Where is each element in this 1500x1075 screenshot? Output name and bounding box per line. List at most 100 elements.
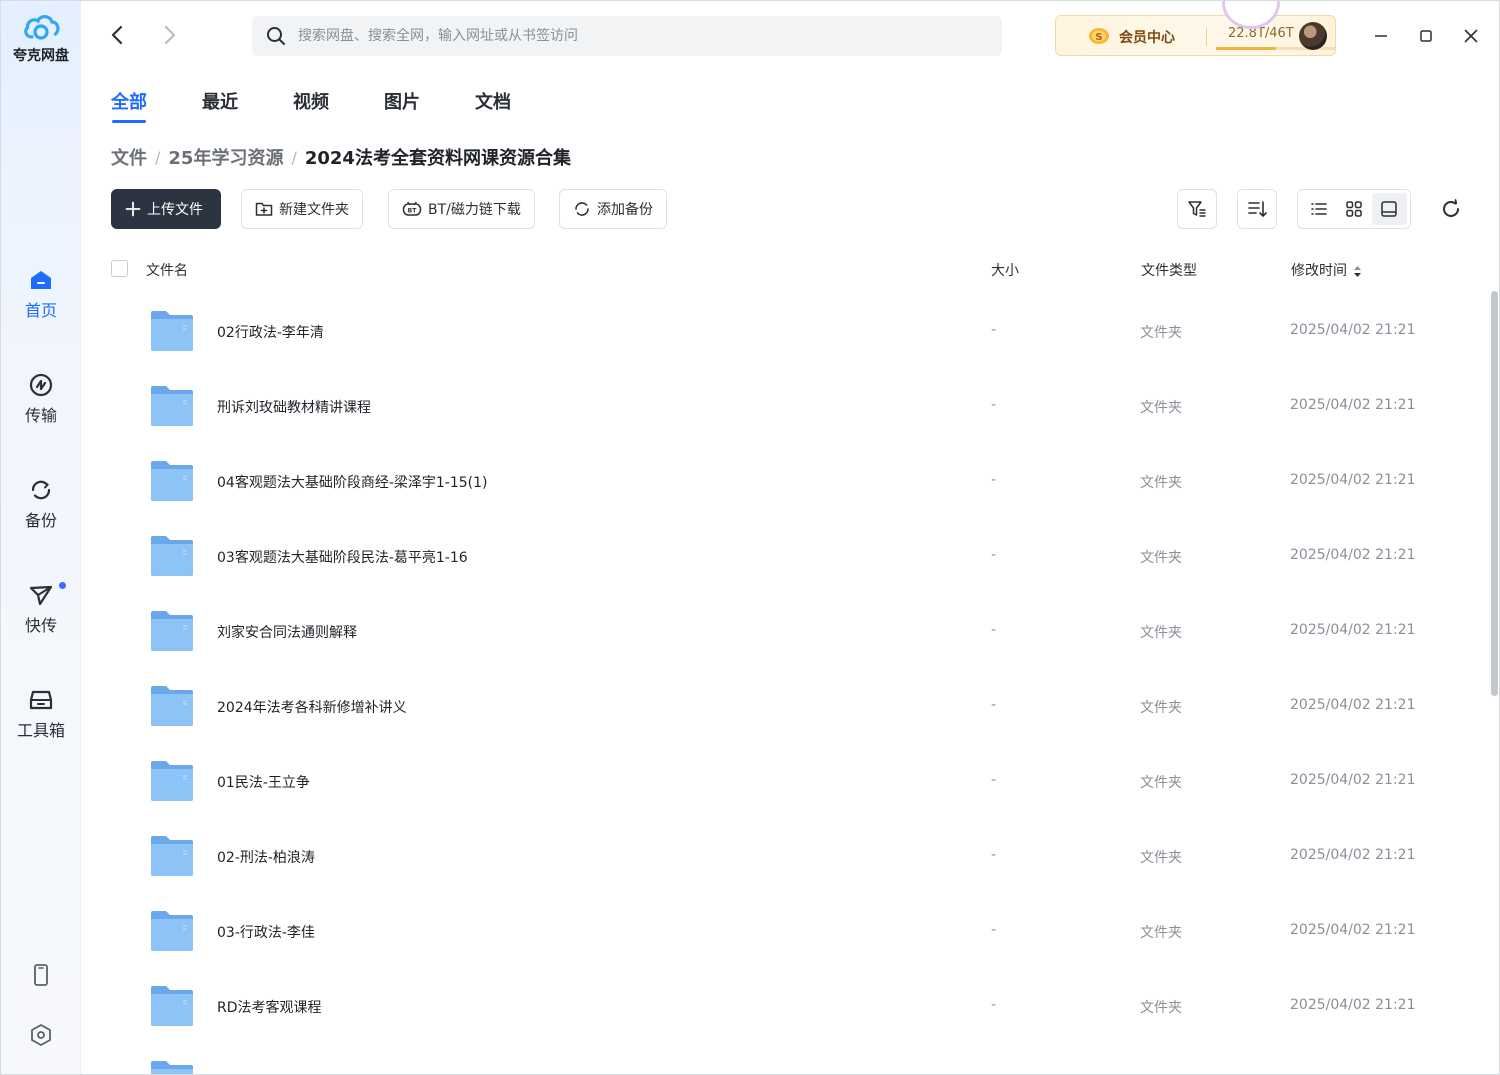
phone-icon[interactable]	[29, 963, 53, 987]
file-size: -	[991, 997, 997, 1013]
file-type: 文件夹	[1140, 625, 1182, 641]
bt-download-label: BT/磁力链下载	[428, 202, 521, 218]
sidebar-item-label: 快传	[24, 616, 57, 635]
grid-view-button[interactable]	[1336, 193, 1371, 225]
breadcrumb-item[interactable]: 文件	[111, 144, 147, 170]
storage-usage-fill	[1216, 47, 1276, 50]
folder-icon	[151, 311, 193, 351]
folder-icon	[151, 611, 193, 651]
file-name: 03-行政法-李佳	[217, 925, 315, 941]
folder-icon	[151, 1061, 193, 1074]
file-modified-time: 2025/04/02 21:21	[1290, 997, 1416, 1013]
column-header-modified[interactable]: 修改时间	[1291, 260, 1362, 280]
file-size: -	[991, 397, 997, 413]
file-type: 文件夹	[1140, 475, 1182, 491]
search-input[interactable]	[298, 28, 1002, 44]
file-modified-time: 2025/04/02 21:21	[1290, 397, 1416, 413]
file-table-header: 文件名 大小 文件类型 修改时间	[111, 259, 1471, 281]
refresh-icon[interactable]	[1439, 197, 1463, 221]
new-folder-icon	[255, 202, 273, 216]
avatar[interactable]	[1299, 22, 1327, 50]
preview-view-button[interactable]	[1371, 193, 1407, 225]
scrollbar-thumb[interactable]	[1491, 291, 1498, 696]
file-modified-time: 2025/04/02 21:21	[1290, 322, 1416, 338]
table-row[interactable]	[111, 1044, 1491, 1074]
sidebar-item-toolbox[interactable]: 工具箱	[1, 687, 81, 741]
search-icon	[267, 27, 285, 45]
folder-icon	[151, 986, 193, 1026]
preview-view-icon	[1381, 201, 1398, 217]
sidebar-item-label: 首页	[24, 301, 57, 320]
coin-icon: S	[1089, 28, 1109, 44]
transfer-icon	[29, 373, 53, 397]
vip-divider	[1206, 28, 1207, 46]
app-name: 夸克网盘	[13, 48, 69, 64]
table-row[interactable]: 02行政法-李年清 - 文件夹 2025/04/02 21:21	[111, 294, 1491, 369]
tab-recent[interactable]: 最近	[202, 88, 238, 114]
file-type: 文件夹	[1140, 1000, 1182, 1016]
column-header-name[interactable]: 文件名	[146, 260, 188, 280]
file-size: -	[991, 697, 997, 713]
column-header-type[interactable]: 文件类型	[1141, 260, 1197, 280]
bt-icon: BT	[402, 201, 422, 216]
sort-toggle-icon	[1354, 265, 1361, 277]
add-backup-button[interactable]: 添加备份	[559, 189, 667, 229]
table-row[interactable]: RD法考客观课程 - 文件夹 2025/04/02 21:21	[111, 969, 1491, 1044]
sidebar-item-transfer[interactable]: 传输	[1, 372, 81, 426]
minimize-icon[interactable]	[1371, 26, 1391, 46]
file-modified-time: 2025/04/02 21:21	[1290, 472, 1416, 488]
table-row[interactable]: 03-行政法-李佳 - 文件夹 2025/04/02 21:21	[111, 894, 1491, 969]
folder-icon	[151, 761, 193, 801]
add-backup-label: 添加备份	[597, 202, 653, 218]
list-view-button[interactable]	[1301, 193, 1336, 225]
tab-images[interactable]: 图片	[384, 88, 420, 114]
file-type: 文件夹	[1140, 325, 1182, 341]
settings-icon[interactable]	[29, 1023, 53, 1047]
table-row[interactable]: 01民法-王立争 - 文件夹 2025/04/02 21:21	[111, 744, 1491, 819]
file-modified-time: 2025/04/02 21:21	[1290, 697, 1416, 713]
file-size: -	[991, 322, 997, 338]
table-row[interactable]: 2024年法考各科新修增补讲义 - 文件夹 2025/04/02 21:21	[111, 669, 1491, 744]
cloud-logo-icon	[24, 15, 60, 40]
folder-icon	[151, 686, 193, 726]
bt-download-button[interactable]: BT BT/磁力链下载	[388, 189, 535, 229]
column-header-size[interactable]: 大小	[991, 260, 1019, 280]
tab-video[interactable]: 视频	[293, 88, 329, 114]
folder-icon	[151, 836, 193, 876]
tab-all[interactable]: 全部	[111, 88, 147, 114]
home-icon	[31, 271, 51, 289]
select-all-checkbox[interactable]	[111, 260, 128, 277]
new-folder-button[interactable]: 新建文件夹	[241, 189, 363, 229]
vip-center-label: 会员中心	[1119, 30, 1175, 46]
svg-text:BT: BT	[408, 208, 418, 215]
tab-documents[interactable]: 文档	[475, 88, 511, 114]
sidebar-item-backup[interactable]: 备份	[1, 477, 81, 531]
notification-dot	[59, 582, 66, 589]
backup-icon	[575, 202, 589, 216]
file-modified-time: 2025/04/02 21:21	[1290, 547, 1416, 563]
table-row[interactable]: 刑诉刘玫础教材精讲课程 - 文件夹 2025/04/02 21:21	[111, 369, 1491, 444]
table-row[interactable]: 刘家安合同法通则解释 - 文件夹 2025/04/02 21:21	[111, 594, 1491, 669]
file-name: 04客观题法大基础阶段商经-梁泽宇1-15(1)	[217, 475, 488, 491]
file-type: 文件夹	[1140, 850, 1182, 866]
sort-icon	[1248, 201, 1267, 217]
sidebar-item-fast-send[interactable]: 快传	[1, 582, 81, 636]
vip-center-button[interactable]: S 会员中心 22.8T/46T	[1055, 15, 1336, 56]
forward-arrow-icon[interactable]	[157, 23, 181, 47]
upload-file-button[interactable]: 上传文件	[111, 189, 221, 229]
maximize-icon[interactable]	[1416, 26, 1436, 46]
breadcrumb-item[interactable]: 25年学习资源	[168, 144, 283, 170]
table-row[interactable]: 02-刑法-柏浪涛 - 文件夹 2025/04/02 21:21	[111, 819, 1491, 894]
file-name: 刑诉刘玫础教材精讲课程	[217, 400, 371, 416]
sidebar-item-home[interactable]: 首页	[1, 267, 81, 321]
sidebar: 夸克网盘 首页 传输 备份 快传 工具箱	[1, 1, 81, 1074]
sort-button[interactable]	[1237, 189, 1277, 229]
table-row[interactable]: 04客观题法大基础阶段商经-梁泽宇1-15(1) - 文件夹 2025/04/02 2…	[111, 444, 1491, 519]
back-arrow-icon[interactable]	[106, 23, 130, 47]
table-row[interactable]: 03客观题法大基础阶段民法-葛平亮1-16 - 文件夹 2025/04/02 21:2…	[111, 519, 1491, 594]
app-logo[interactable]: 夸克网盘	[1, 11, 81, 65]
filter-button[interactable]	[1177, 189, 1217, 229]
file-size: -	[991, 547, 997, 563]
close-icon[interactable]	[1461, 26, 1481, 46]
file-name: 01民法-王立争	[217, 775, 310, 791]
